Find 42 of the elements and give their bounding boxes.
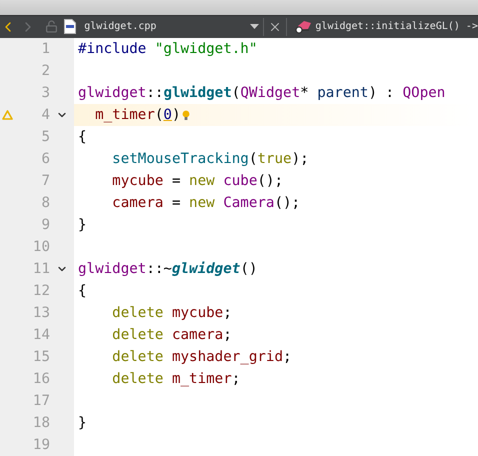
code-line: #include "glwidget.h" [78, 41, 258, 57]
code-line: delete mycube; [111, 305, 232, 321]
code-line: { [78, 283, 87, 299]
warning-icon [2, 110, 12, 120]
lightbulb-icon[interactable] [182, 110, 190, 120]
line-number: 14 [32, 327, 50, 343]
code-line: mycube = new cube(); [111, 173, 284, 189]
code-line: glwidget::~glwidget() [78, 261, 258, 277]
line-number: 9 [40, 217, 50, 233]
line-number: 11 [32, 261, 50, 277]
symbol-dropdown[interactable]: glwidget::initializeGL() -> [291, 16, 478, 38]
code-line: setMouseTracking(true); [111, 151, 309, 167]
line-number: 13 [32, 305, 50, 321]
line-number: 10 [32, 239, 50, 255]
code-line: { [78, 129, 87, 145]
code-line: delete m_timer; [111, 371, 240, 387]
tag-icon [295, 20, 314, 34]
code-line: delete camera; [111, 327, 232, 343]
line-number: 19 [32, 437, 50, 453]
line-number: 3 [40, 85, 50, 101]
line-number: 5 [40, 129, 50, 145]
code-line: camera = new Camera(); [111, 195, 300, 211]
line-number: 8 [40, 195, 50, 211]
line-number: 16 [32, 371, 50, 387]
line-number: 17 [32, 393, 50, 409]
caret-icon [250, 24, 260, 30]
line-number: 1 [40, 41, 50, 57]
line-number: 15 [32, 349, 50, 365]
code-line: } [78, 415, 87, 431]
line-number: 12 [32, 283, 50, 299]
code-line: glwidget::glwidget(QWidget* parent) : QOpen [78, 85, 446, 101]
line-number: 4 [40, 107, 50, 123]
code-line: m_timer(0) [94, 107, 181, 123]
line-number: 6 [40, 151, 50, 167]
line-number: 2 [40, 63, 50, 79]
lock-icon [45, 20, 58, 34]
file-dropdown[interactable]: glwidget.cpp [58, 16, 260, 38]
file-icon [64, 19, 76, 34]
code-line: delete myshader_grid; [111, 349, 292, 365]
line-number: 18 [32, 415, 50, 431]
code-line: } [78, 217, 87, 233]
line-number: 7 [40, 173, 50, 189]
